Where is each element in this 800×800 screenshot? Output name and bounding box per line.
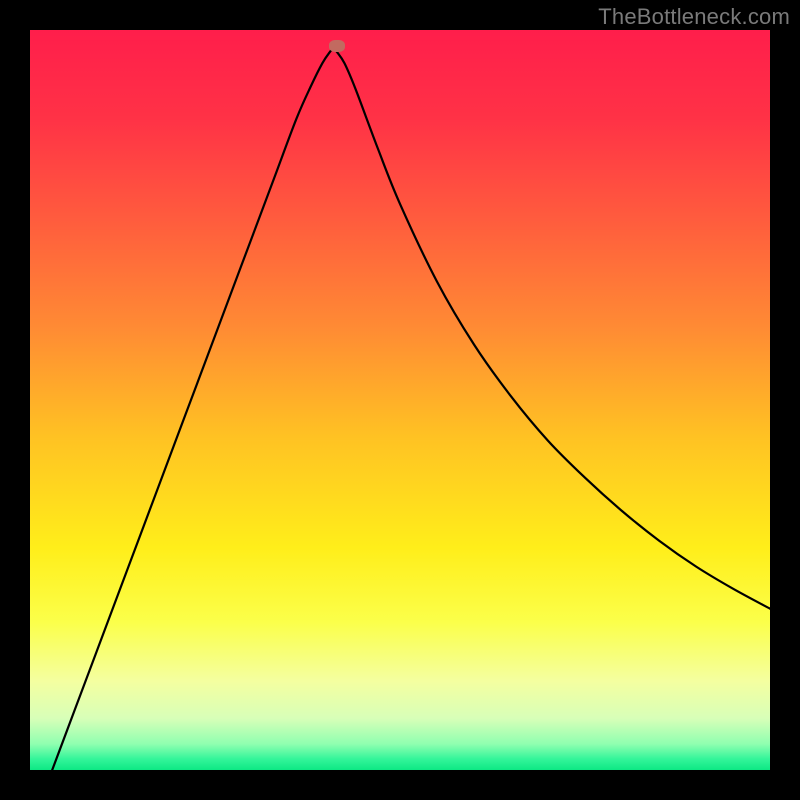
gradient-plot	[30, 30, 770, 770]
optimal-point-marker	[329, 40, 345, 52]
chart-frame: TheBottleneck.com	[0, 0, 800, 800]
plot-area	[30, 30, 770, 770]
gradient-background	[30, 30, 770, 770]
watermark-text: TheBottleneck.com	[598, 4, 790, 30]
